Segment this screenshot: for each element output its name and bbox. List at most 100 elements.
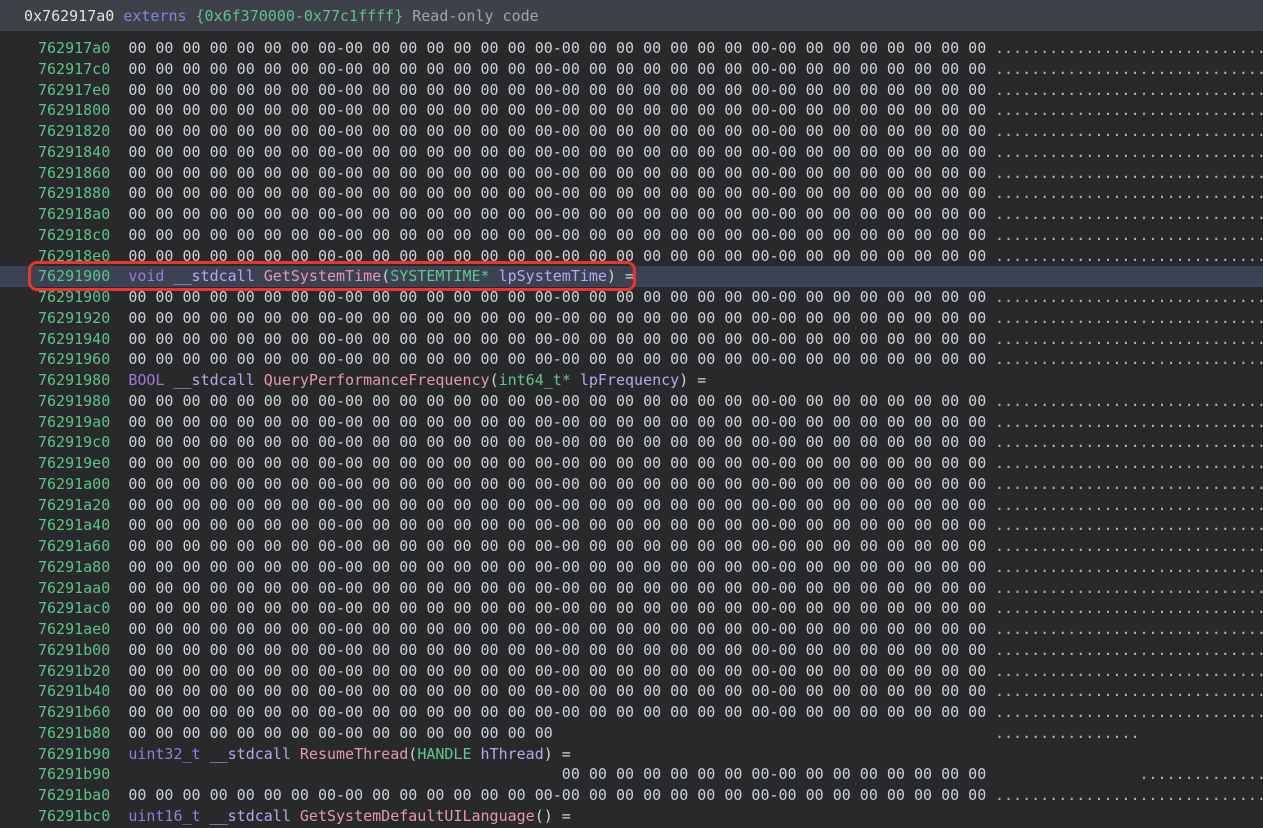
row-address: 76291b00 xyxy=(38,641,110,659)
hex-bytes: 00 00 00 00 00 00 00 00-00 00 00 00 00 0… xyxy=(128,413,986,431)
hex-dump-row[interactable]: 76291b60 00 00 00 00 00 00 00 00-00 00 0… xyxy=(0,702,1263,723)
hex-bytes: 00 00 00 00 00 00 00 00-00 00 00 00 00 0… xyxy=(128,620,986,638)
hex-bytes: 00 00 00 00 00 00 00 00-00 00 00 00 00 0… xyxy=(128,392,986,410)
row-address: 76291800 xyxy=(38,101,110,119)
ascii-column: ................................ xyxy=(995,121,1263,142)
ascii-column: ................................ xyxy=(995,702,1263,723)
ascii-column: ................................ xyxy=(995,495,1263,516)
hex-dump-row[interactable]: 762917a0 00 00 00 00 00 00 00 00-00 00 0… xyxy=(0,38,1263,59)
hex-dump-row[interactable]: 762917e0 00 00 00 00 00 00 00 00-00 00 0… xyxy=(0,80,1263,101)
ascii-column: ................................ xyxy=(995,536,1263,557)
hex-bytes: 00 00 00 00 00 00 00 00-00 00 00 00 00 0… xyxy=(128,475,986,493)
hex-dump-row[interactable]: 76291a80 00 00 00 00 00 00 00 00-00 00 0… xyxy=(0,557,1263,578)
row-address: 762918a0 xyxy=(38,205,110,223)
hex-dump-row[interactable]: 76291800 00 00 00 00 00 00 00 00-00 00 0… xyxy=(0,100,1263,121)
hex-dump-row[interactable]: 76291880 00 00 00 00 00 00 00 00-00 00 0… xyxy=(0,183,1263,204)
hex-bytes: 00 00 00 00 00 00 00 00-00 00 00 00 00 0… xyxy=(128,516,986,534)
code-token-plain xyxy=(472,745,481,763)
hex-bytes: 00 00 00 00 00 00 00 00-00 00 00 00 00 0… xyxy=(128,558,986,576)
code-token-typename: SYSTEMTIME* xyxy=(390,267,489,285)
hex-dump-row[interactable]: 76291900 00 00 00 00 00 00 00 00-00 00 0… xyxy=(0,287,1263,308)
hex-dump-row[interactable]: 762919a0 00 00 00 00 00 00 00 00-00 00 0… xyxy=(0,412,1263,433)
hex-dump-row[interactable]: 76291a00 00 00 00 00 00 00 00 00-00 00 0… xyxy=(0,474,1263,495)
row-address: 76291980 xyxy=(38,371,110,389)
row-address: 76291940 xyxy=(38,330,110,348)
hex-dump-row[interactable]: 76291b20 00 00 00 00 00 00 00 00-00 00 0… xyxy=(0,661,1263,682)
hex-dump-row[interactable]: 76291aa0 00 00 00 00 00 00 00 00-00 00 0… xyxy=(0,578,1263,599)
function-signature-row[interactable]: 76291bc0 uint16_t __stdcall GetSystemDef… xyxy=(0,806,1263,827)
function-signature-row[interactable]: 76291b90 uint32_t __stdcall ResumeThread… xyxy=(0,744,1263,765)
code-token-typename: HANDLE xyxy=(417,745,471,763)
hex-bytes: 00 00 00 00 00 00 00 00-00 00 00 00 00 0… xyxy=(128,662,986,680)
section-header-bar: 0x762917a0 externs {0x6f370000-0x77c1fff… xyxy=(0,0,1263,31)
hex-bytes: 00 00 00 00 00 00 00 00-00 00 00 00 00 0… xyxy=(128,164,986,182)
row-address: 76291900 xyxy=(38,288,110,306)
function-signature-row[interactable]: 76291980 BOOL __stdcall QueryPerformance… xyxy=(0,370,1263,391)
row-address: 76291a00 xyxy=(38,475,110,493)
hex-bytes: 00 00 00 00 00 00 00 00-00 00 00 00 00 0… xyxy=(128,330,986,348)
code-token-callconv: __stdcall xyxy=(173,371,254,389)
hex-bytes: 00 00 00 00 00 00 00 00-00 00 00 00 00 0… xyxy=(128,682,986,700)
hex-bytes: 00 00 00 00 00 00 00 00-00 00 00 00 00 0… xyxy=(128,786,986,804)
header-section-name[interactable]: externs xyxy=(123,7,186,25)
code-token-plain: ( xyxy=(381,267,390,285)
hex-dump-row[interactable]: 76291b40 00 00 00 00 00 00 00 00-00 00 0… xyxy=(0,681,1263,702)
row-address: 76291b20 xyxy=(38,662,110,680)
hex-dump-row[interactable]: 76291980 00 00 00 00 00 00 00 00-00 00 0… xyxy=(0,391,1263,412)
hex-dump-row[interactable]: 76291b90 00 00 00 00 00 00 00 00-00 00 0… xyxy=(0,764,1263,785)
hex-bytes: 00 00 00 00 00 00 00 00-00 00 00 00 00 0… xyxy=(128,309,986,327)
ascii-column: ................................ xyxy=(995,515,1263,536)
row-address: 76291980 xyxy=(38,392,110,410)
header-address-range: {0x6f370000-0x77c1ffff} xyxy=(196,7,404,25)
hex-bytes: 00 00 00 00 00 00 00 00-00 00 00 00 00 0… xyxy=(128,101,986,119)
code-token-plain: ) = xyxy=(679,371,706,389)
hex-dump-row[interactable]: 76291940 00 00 00 00 00 00 00 00-00 00 0… xyxy=(0,329,1263,350)
hex-dump-row[interactable]: 762917c0 00 00 00 00 00 00 00 00-00 00 0… xyxy=(0,59,1263,80)
row-address: 76291b60 xyxy=(38,703,110,721)
ascii-column: ................................ xyxy=(995,80,1263,101)
row-address: 76291b90 xyxy=(38,745,110,763)
hex-dump-row[interactable]: 76291860 00 00 00 00 00 00 00 00-00 00 0… xyxy=(0,163,1263,184)
code-token-plain xyxy=(291,807,300,825)
ascii-column: ................................ xyxy=(995,287,1263,308)
hex-dump-row[interactable]: 762919c0 00 00 00 00 00 00 00 00-00 00 0… xyxy=(0,432,1263,453)
code-token-keyword: BOOL xyxy=(128,371,164,389)
hex-dump-row[interactable]: 762918c0 00 00 00 00 00 00 00 00-00 00 0… xyxy=(0,225,1263,246)
ascii-column: ................................ xyxy=(995,681,1263,702)
hex-dump-row[interactable]: 76291960 00 00 00 00 00 00 00 00-00 00 0… xyxy=(0,349,1263,370)
hex-dump-row[interactable]: 762919e0 00 00 00 00 00 00 00 00-00 00 0… xyxy=(0,453,1263,474)
row-address: 76291a60 xyxy=(38,537,110,555)
hex-dump-row[interactable]: 76291840 00 00 00 00 00 00 00 00-00 00 0… xyxy=(0,142,1263,163)
hex-dump-row[interactable]: 76291b80 00 00 00 00 00 00 00 00-00 00 0… xyxy=(0,723,1263,744)
code-token-funcname: GetSystemTime xyxy=(264,267,381,285)
row-address: 76291b80 xyxy=(38,724,110,742)
row-address: 76291900 xyxy=(38,267,110,285)
hex-bytes: 00 00 00 00 00 00 00 00-00 00 00 00 00 0… xyxy=(128,184,986,202)
hex-bytes: 00 00 00 00 00 00 00 00-00 00 00 00 00 0… xyxy=(128,765,986,783)
hex-dump-row[interactable]: 76291a40 00 00 00 00 00 00 00 00-00 00 0… xyxy=(0,515,1263,536)
hex-dump-row[interactable]: 76291820 00 00 00 00 00 00 00 00-00 00 0… xyxy=(0,121,1263,142)
code-token-plain: ( xyxy=(408,745,417,763)
row-address: 76291ba0 xyxy=(38,786,110,804)
hex-bytes: 00 00 00 00 00 00 00 00-00 00 00 00 00 0… xyxy=(128,599,986,617)
hex-dump-row[interactable]: 76291b00 00 00 00 00 00 00 00 00-00 00 0… xyxy=(0,640,1263,661)
hex-dump-row[interactable]: 76291a60 00 00 00 00 00 00 00 00-00 00 0… xyxy=(0,536,1263,557)
hex-dump-row[interactable]: 76291920 00 00 00 00 00 00 00 00-00 00 0… xyxy=(0,308,1263,329)
ascii-column: ................................ xyxy=(995,38,1263,59)
ascii-column: ................................ xyxy=(995,661,1263,682)
hex-dump-row[interactable]: 76291ba0 00 00 00 00 00 00 00 00-00 00 0… xyxy=(0,785,1263,806)
code-token-plain xyxy=(255,267,264,285)
row-address: 76291880 xyxy=(38,184,110,202)
row-address: 76291ae0 xyxy=(38,620,110,638)
ascii-column: ................ xyxy=(995,723,1140,744)
hex-dump-row[interactable]: 762918e0 00 00 00 00 00 00 00 00-00 00 0… xyxy=(0,246,1263,267)
ascii-column: ................................ xyxy=(995,453,1263,474)
hex-dump-row[interactable]: 76291a20 00 00 00 00 00 00 00 00-00 00 0… xyxy=(0,495,1263,516)
hex-dump-row[interactable]: 76291ae0 00 00 00 00 00 00 00 00-00 00 0… xyxy=(0,619,1263,640)
function-signature-row[interactable]: 76291900 void __stdcall GetSystemTime(SY… xyxy=(0,266,1263,287)
hex-dump-row[interactable]: 762918a0 00 00 00 00 00 00 00 00-00 00 0… xyxy=(0,204,1263,225)
hex-dump-row[interactable]: 76291ac0 00 00 00 00 00 00 00 00-00 00 0… xyxy=(0,598,1263,619)
hex-bytes: 00 00 00 00 00 00 00 00-00 00 00 00 00 0… xyxy=(128,226,986,244)
hex-bytes: 00 00 00 00 00 00 00 00-00 00 00 00 00 0… xyxy=(128,247,986,265)
row-address: 762917a0 xyxy=(38,39,110,57)
